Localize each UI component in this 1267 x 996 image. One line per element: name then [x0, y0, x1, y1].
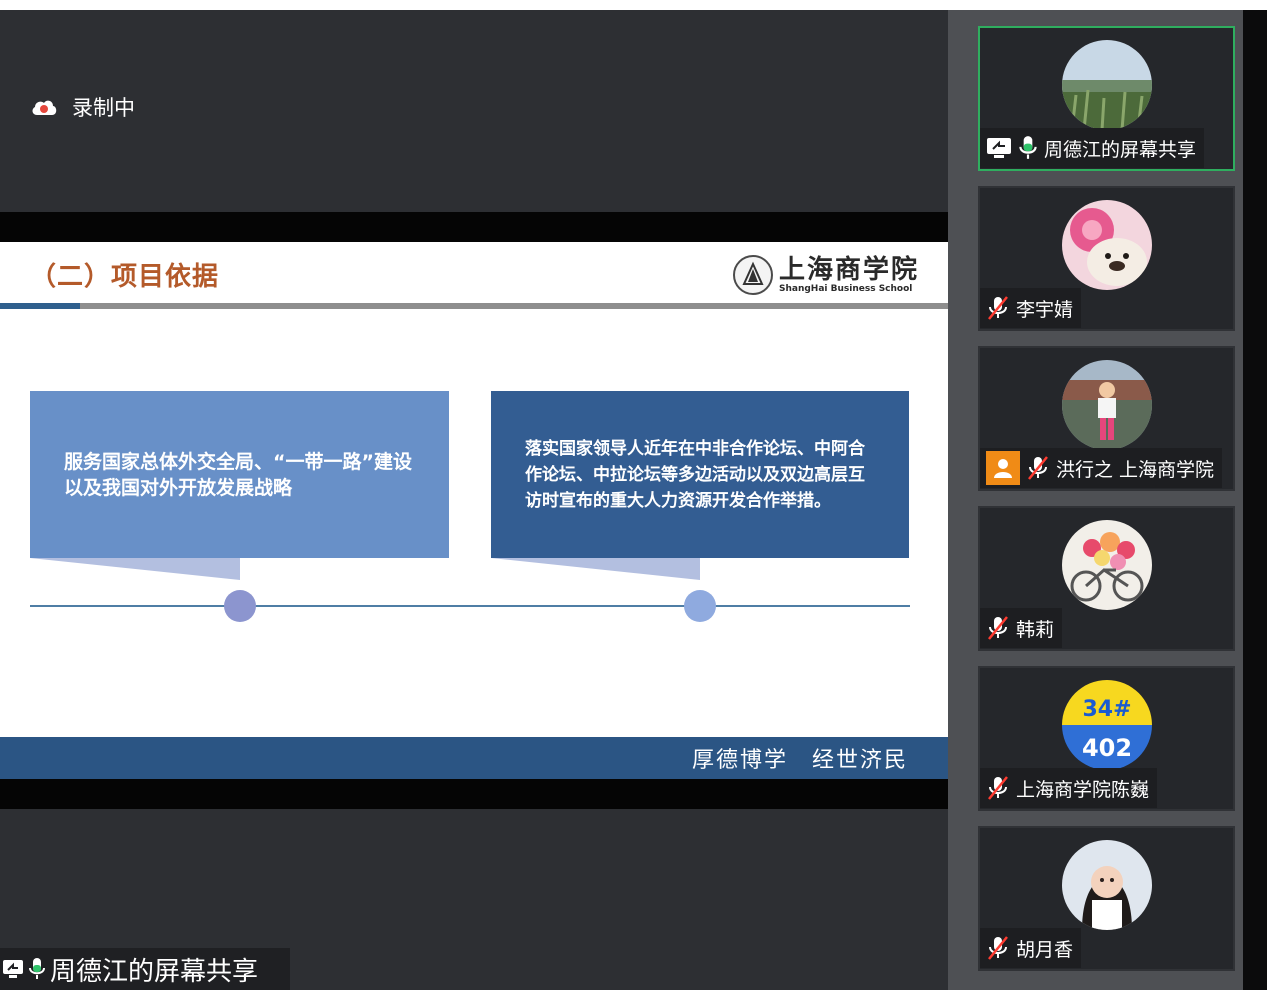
mic-on-icon	[29, 958, 45, 979]
participant-tile[interactable]: 胡月香	[978, 826, 1235, 971]
participant-label: 韩莉	[980, 608, 1063, 648]
main-share-label: 周德江的屏幕共享	[0, 948, 290, 990]
basis-box-left: 服务国家总体外交全局、“一带一路”建设以及我国对外开放发展战略	[30, 391, 449, 558]
avatar	[1062, 520, 1152, 610]
timeline-node-left	[224, 590, 256, 622]
user-icon	[986, 451, 1020, 485]
participant-tile[interactable]: 洪行之 上海商学院	[978, 346, 1235, 491]
recording-indicator[interactable]: 录制中	[30, 92, 135, 122]
timeline-node-right	[684, 590, 716, 622]
cloud-record-icon	[32, 100, 57, 115]
woman-portrait-photo-icon	[1062, 840, 1152, 930]
avatar	[1062, 40, 1152, 130]
participant-label: 周德江的屏幕共享	[980, 128, 1205, 168]
bottom-border	[0, 990, 1267, 996]
landscape-photo-icon	[1062, 40, 1152, 130]
participant-label: 李宇婧	[980, 288, 1082, 328]
avatar-text-bottom: 402	[1082, 734, 1132, 762]
participant-name: 上海商学院陈巍	[1016, 778, 1150, 801]
mic-muted-icon	[988, 296, 1008, 320]
avatar	[1062, 360, 1152, 450]
avatar	[1062, 840, 1152, 930]
mic-on-icon	[1019, 136, 1037, 159]
avatar	[1062, 200, 1152, 290]
basis-box-right: 落实国家领导人近年在中非合作论坛、中阿合作论坛、中拉论坛等多边活动以及双边高层互…	[491, 391, 909, 558]
recording-label: 录制中	[72, 96, 135, 120]
top-border	[0, 0, 1267, 10]
avatar-text-top: 34#	[1082, 697, 1131, 722]
participant-name: 洪行之 上海商学院	[1056, 458, 1215, 481]
sidebar-scroll-edge[interactable]	[1243, 10, 1267, 990]
main-video-stage: 录制中 （二）项目依据 上海商学院 ShangHai Business Scho…	[0, 10, 948, 990]
basis-box-left-text: 服务国家总体外交全局、“一带一路”建设以及我国对外开放发展战略	[64, 450, 412, 499]
letterbox-bottom	[0, 779, 948, 809]
participant-name: 韩莉	[1016, 618, 1055, 641]
participant-tile[interactable]: 34# 402 上海商学院陈巍	[978, 666, 1235, 811]
participant-name: 胡月香	[1016, 938, 1074, 961]
number-badge-icon: 34# 402	[1062, 680, 1152, 770]
screen-share-icon	[3, 960, 23, 978]
participant-label: 胡月香	[980, 928, 1082, 968]
avatar: 34# 402	[1062, 680, 1152, 770]
participant-label: 上海商学院陈巍	[980, 768, 1158, 808]
dog-with-flower-photo-icon	[1062, 200, 1152, 290]
mic-muted-icon	[988, 616, 1008, 640]
participant-label: 洪行之 上海商学院	[980, 448, 1223, 488]
person-bridge-photo-icon	[1062, 360, 1152, 450]
participant-tile[interactable]: 李宇婧	[978, 186, 1235, 331]
footer-motto: 厚德博学 经世济民	[691, 748, 908, 773]
mic-muted-icon	[988, 936, 1008, 960]
participant-name: 李宇婧	[1016, 298, 1074, 321]
main-share-label-text: 周德江的屏幕共享	[50, 956, 259, 987]
slide-footer: 厚德博学 经世济民	[0, 737, 948, 779]
participant-name: 周德江的屏幕共享	[1044, 138, 1197, 161]
right-box-shadow	[491, 558, 700, 580]
mic-muted-icon	[988, 776, 1008, 800]
participant-tile[interactable]: 周德江的屏幕共享	[978, 26, 1235, 171]
mic-muted-icon	[1028, 456, 1048, 480]
shared-slide: （二）项目依据 上海商学院 ShangHai Business School 服…	[0, 242, 948, 779]
flower-bicycle-photo-icon	[1062, 520, 1152, 610]
screen-share-icon	[987, 138, 1011, 158]
letterbox-top	[0, 212, 948, 242]
left-box-shadow	[30, 558, 240, 580]
basis-box-right-text: 落实国家领导人近年在中非合作论坛、中阿合作论坛、中拉论坛等多边活动以及双边高层互…	[525, 438, 865, 511]
participant-tile[interactable]: 韩莉	[978, 506, 1235, 651]
